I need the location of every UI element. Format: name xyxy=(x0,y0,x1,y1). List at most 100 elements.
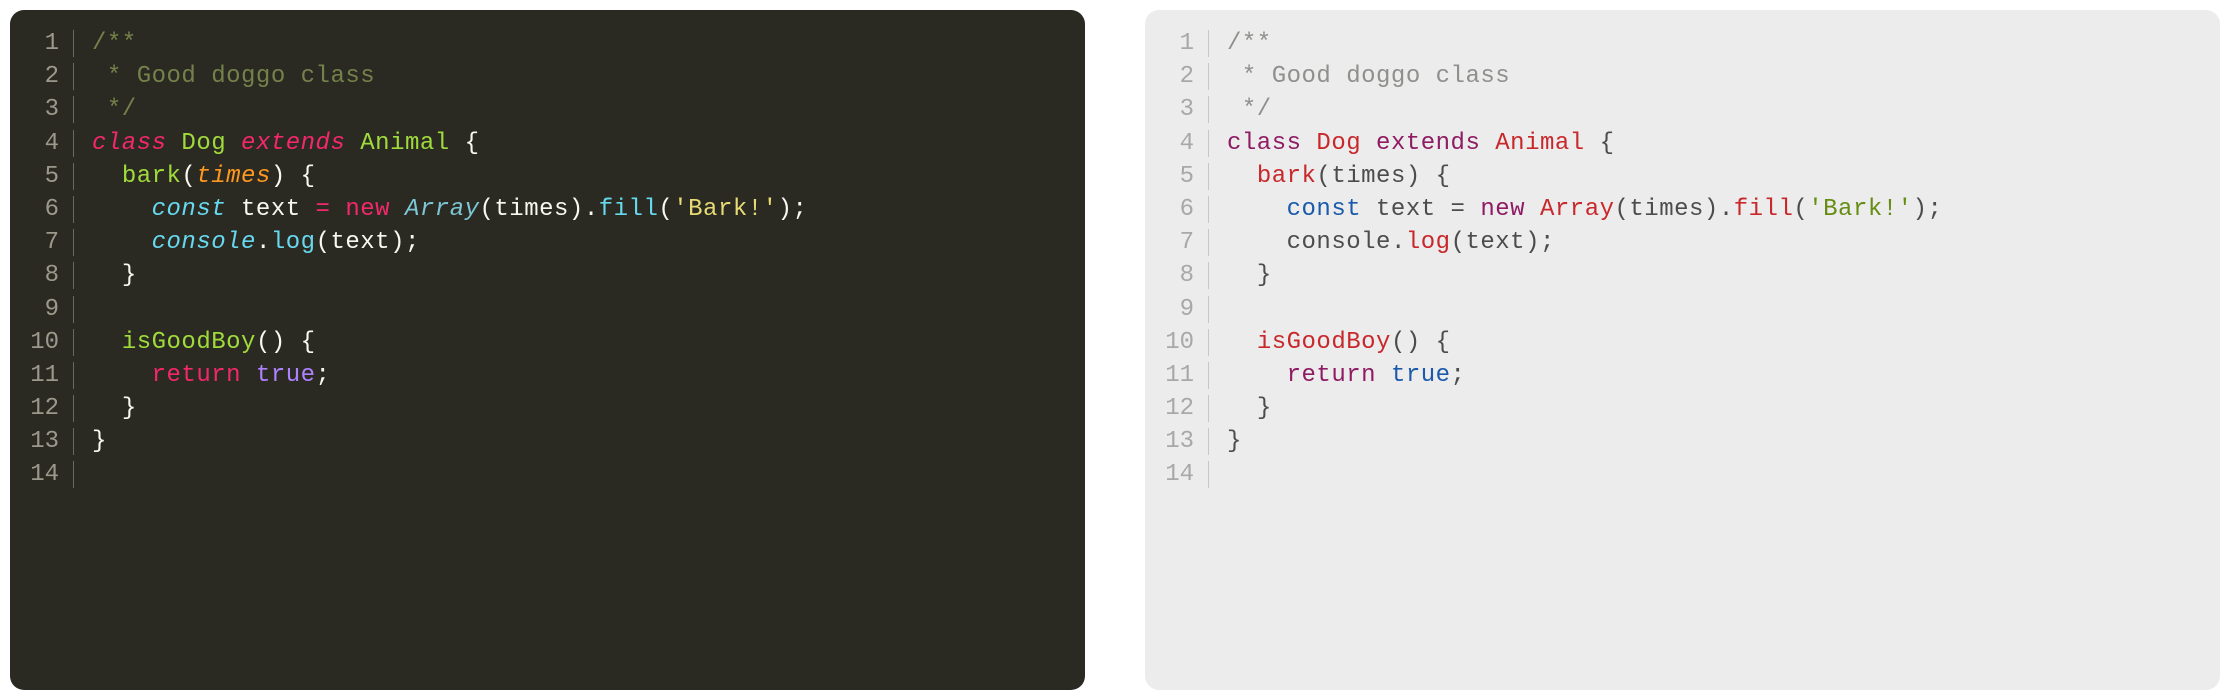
token-punctuation: . xyxy=(1391,229,1406,256)
token-punctuation: } xyxy=(1227,428,1242,455)
token-function: isGoodBoy xyxy=(1257,329,1391,356)
code-line: 2 * Good doggo class xyxy=(1145,63,2220,96)
token-punctuation: ( xyxy=(181,163,196,190)
token-punctuation: ) xyxy=(1525,229,1540,256)
token-space xyxy=(226,130,241,157)
token-space xyxy=(390,196,405,223)
token-type: Array xyxy=(405,196,480,223)
line-number: 11 xyxy=(10,362,74,389)
code-line: 14 xyxy=(10,461,1085,494)
token-space xyxy=(241,362,256,389)
token-space xyxy=(1361,130,1376,157)
token-punctuation: ) xyxy=(271,163,286,190)
token-punctuation: . xyxy=(256,229,271,256)
token-classname: Dog xyxy=(1316,130,1361,157)
code-line: 3 */ xyxy=(1145,96,2220,129)
token-keyword: return xyxy=(152,362,241,389)
code-line: 11 return true; xyxy=(1145,362,2220,395)
code-line: 7 console.log(text); xyxy=(10,229,1085,262)
line-number: 6 xyxy=(10,196,74,223)
code-line: 8 } xyxy=(10,262,1085,295)
token-indent xyxy=(1227,395,1257,422)
code-line: 6 const text = new Array(times).fill('Ba… xyxy=(1145,196,2220,229)
token-punctuation: ( xyxy=(1391,329,1406,356)
token-keyword: new xyxy=(345,196,390,223)
line-number: 4 xyxy=(1145,130,1209,157)
token-space xyxy=(1465,196,1480,223)
token-space xyxy=(330,196,345,223)
code-line: 4class Dog extends Animal { xyxy=(10,130,1085,163)
code-line: 9 xyxy=(10,296,1085,329)
token-punctuation: ) xyxy=(569,196,584,223)
token-indent xyxy=(1227,163,1257,190)
code-line: 11 return true; xyxy=(10,362,1085,395)
code-line: 5 bark(times) { xyxy=(1145,163,2220,196)
token-identifier: text xyxy=(330,229,390,256)
token-keyword: class xyxy=(92,130,167,157)
line-number: 10 xyxy=(1145,329,1209,356)
token-comment: * Good doggo class xyxy=(1227,63,1510,90)
token-string: 'Bark!' xyxy=(1808,196,1912,223)
token-keyword: new xyxy=(1480,196,1525,223)
token-space xyxy=(450,130,465,157)
token-classname: Dog xyxy=(181,130,226,157)
token-indent xyxy=(92,163,122,190)
token-indent xyxy=(1227,229,1287,256)
token-keyword: extends xyxy=(241,130,345,157)
token-space xyxy=(1436,196,1451,223)
token-punctuation: ; xyxy=(792,196,807,223)
token-method: fill xyxy=(599,196,659,223)
code-editor-dark[interactable]: 1/** 2 * Good doggo class 3 */ 4class Do… xyxy=(10,10,1085,690)
code-editor-light[interactable]: 1/** 2 * Good doggo class 3 */ 4class Do… xyxy=(1145,10,2220,690)
token-identifier: times xyxy=(1629,196,1704,223)
token-indent xyxy=(1227,329,1257,356)
code-line: 5 bark(times) { xyxy=(10,163,1085,196)
token-space xyxy=(1421,329,1436,356)
token-comment: */ xyxy=(1227,96,1272,123)
token-space xyxy=(1376,362,1391,389)
code-line: 1/** xyxy=(10,30,1085,63)
token-space xyxy=(1421,163,1436,190)
line-number: 12 xyxy=(1145,395,1209,422)
token-space xyxy=(345,130,360,157)
token-punctuation: ) xyxy=(1406,329,1421,356)
token-punctuation: ) xyxy=(778,196,793,223)
token-method: log xyxy=(271,229,316,256)
line-number: 11 xyxy=(1145,362,1209,389)
line-number: 4 xyxy=(10,130,74,157)
token-keyword: class xyxy=(1227,130,1302,157)
token-indent xyxy=(92,262,122,289)
code-line: 13} xyxy=(10,428,1085,461)
line-number: 9 xyxy=(1145,296,1209,323)
line-number: 7 xyxy=(1145,229,1209,256)
token-punctuation: ) xyxy=(1704,196,1719,223)
line-number: 1 xyxy=(1145,30,1209,57)
token-param: times xyxy=(1331,163,1406,190)
token-punctuation: } xyxy=(1257,395,1272,422)
line-number: 3 xyxy=(1145,96,1209,123)
token-punctuation: ( xyxy=(1316,163,1331,190)
code-line: 9 xyxy=(1145,296,2220,329)
token-space xyxy=(1525,196,1540,223)
token-method: log xyxy=(1406,229,1451,256)
token-punctuation: ) xyxy=(1406,163,1421,190)
token-punctuation: } xyxy=(1257,262,1272,289)
code-line: 13} xyxy=(1145,428,2220,461)
line-number: 14 xyxy=(10,461,74,488)
code-line: 12 } xyxy=(1145,395,2220,428)
token-punctuation: ( xyxy=(480,196,495,223)
token-punctuation: { xyxy=(1436,329,1451,356)
token-space xyxy=(286,163,301,190)
token-punctuation: { xyxy=(301,163,316,190)
token-punctuation: ( xyxy=(658,196,673,223)
token-punctuation: ; xyxy=(1540,229,1555,256)
token-method: fill xyxy=(1734,196,1794,223)
code-line: 8 } xyxy=(1145,262,2220,295)
token-space xyxy=(1585,130,1600,157)
line-number: 3 xyxy=(10,96,74,123)
token-punctuation: { xyxy=(1436,163,1451,190)
token-function: bark xyxy=(1257,163,1317,190)
token-literal: true xyxy=(1391,362,1451,389)
token-space xyxy=(301,196,316,223)
token-space xyxy=(1361,196,1376,223)
